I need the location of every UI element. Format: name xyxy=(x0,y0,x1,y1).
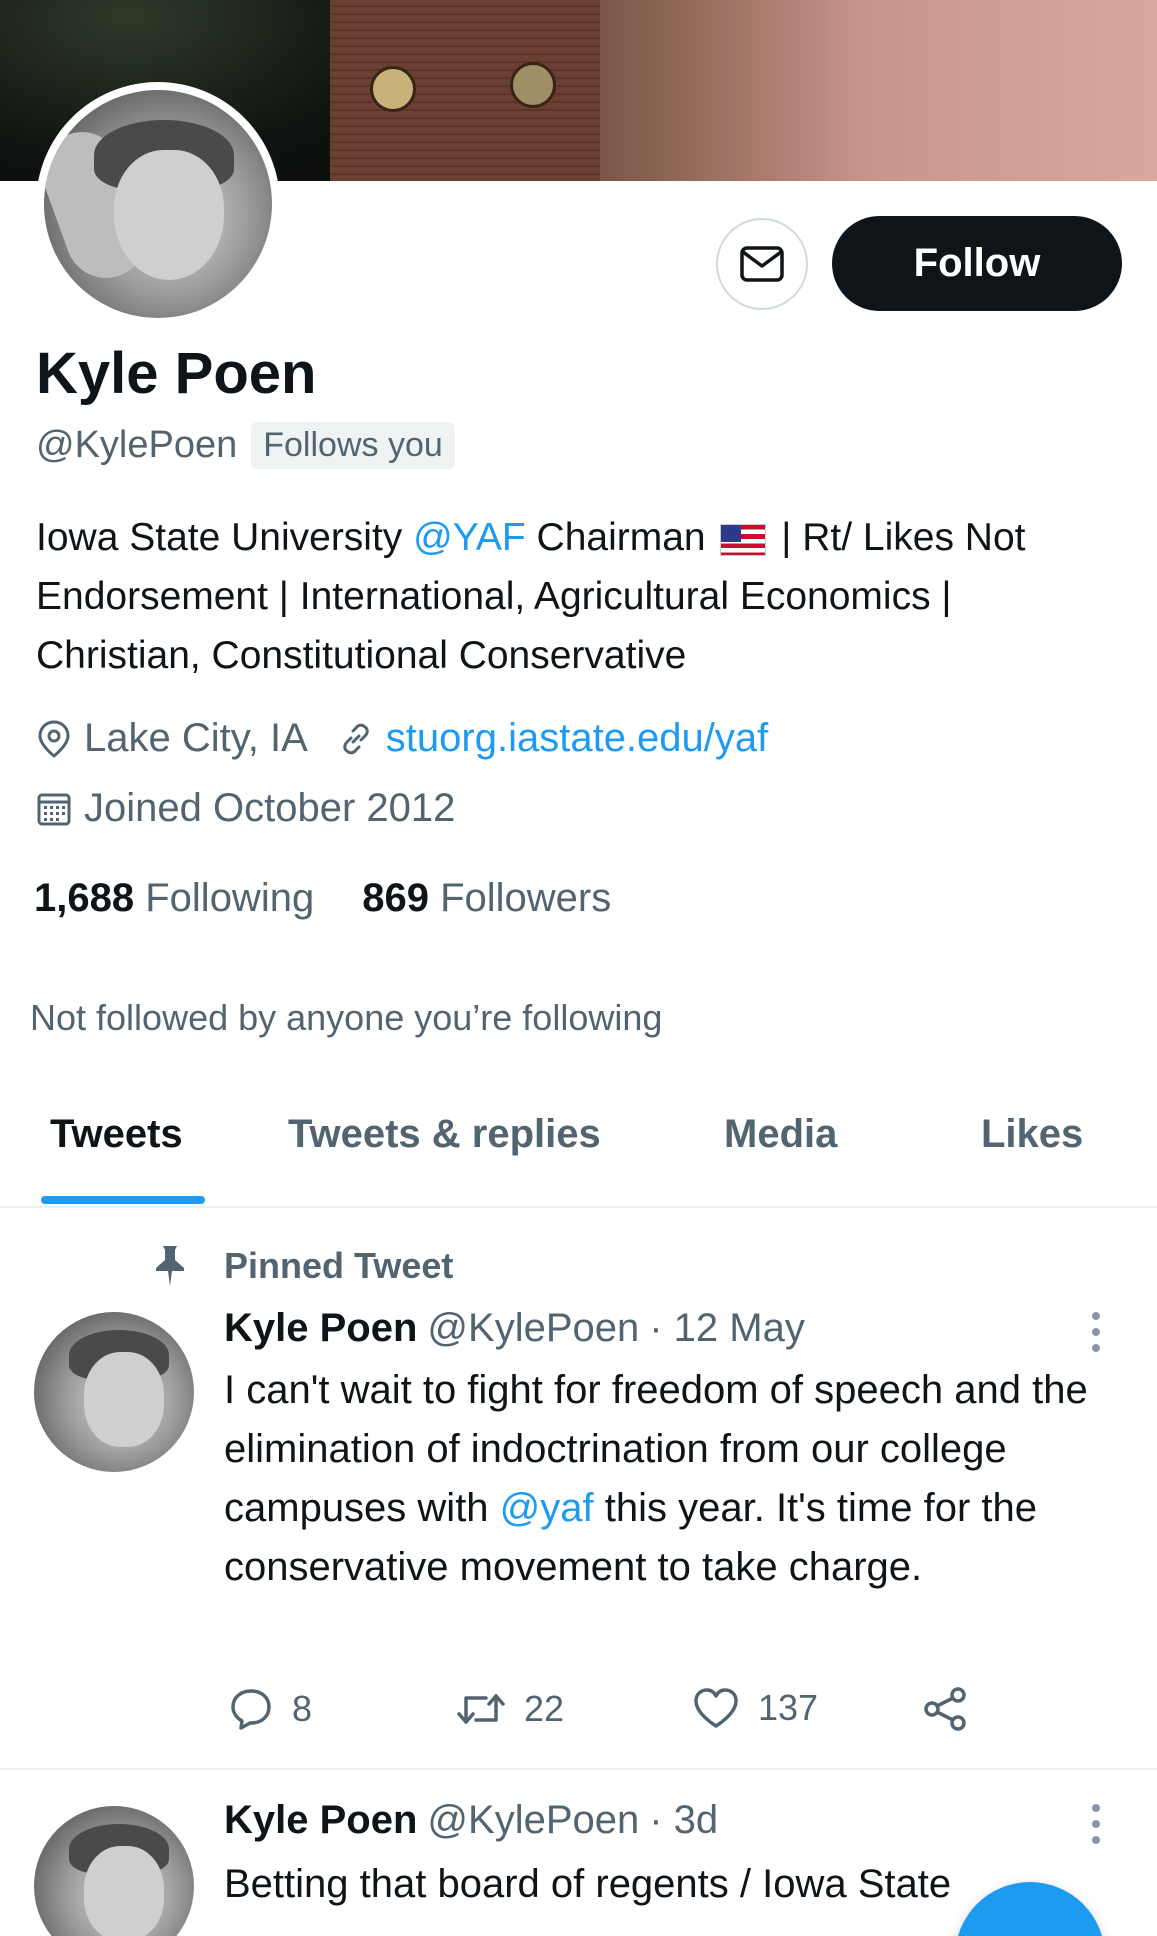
joined-text: Joined October 2012 xyxy=(84,786,456,830)
us-flag-icon xyxy=(720,523,767,556)
retweet-count: 22 xyxy=(524,1688,565,1729)
location-text: Lake City, IA xyxy=(84,716,308,760)
profile-handle-row: @KylePoen Follows you xyxy=(36,422,455,469)
tab-likes[interactable]: Likes xyxy=(981,1112,1083,1157)
tab-tweets-replies[interactable]: Tweets & replies xyxy=(288,1112,601,1157)
tweet-divider xyxy=(0,1768,1157,1770)
retweet-icon xyxy=(457,1694,505,1724)
tweet-author-handle[interactable]: @KylePoen xyxy=(427,1798,639,1843)
tab-tweets[interactable]: Tweets xyxy=(50,1112,183,1157)
more-dot xyxy=(1092,1804,1100,1812)
profile-website[interactable]: stuorg.iastate.edu/yaf xyxy=(338,716,768,761)
mutual-followers-note: Not followed by anyone you’re following xyxy=(30,997,663,1038)
avatar-detail xyxy=(84,1352,164,1447)
website-link[interactable]: stuorg.iastate.edu/yaf xyxy=(386,716,768,761)
tweet-time[interactable]: · 12 May xyxy=(649,1306,805,1351)
more-dot xyxy=(1092,1312,1100,1320)
avatar-image xyxy=(44,90,272,318)
tweet-avatar[interactable] xyxy=(34,1312,194,1472)
location-pin-icon xyxy=(38,719,70,758)
followers-label: Followers xyxy=(440,876,612,920)
profile-meta-row: Lake City, IA stuorg.iastate.edu/yaf xyxy=(36,716,798,761)
following-stat[interactable]: 1,688 Following xyxy=(34,876,314,921)
followers-stat[interactable]: 869 Followers xyxy=(362,876,611,921)
tab-media[interactable]: Media xyxy=(724,1112,837,1157)
tweet-author-handle[interactable]: @KylePoen xyxy=(427,1306,639,1351)
banner-clock-face xyxy=(370,66,416,112)
tweet-avatar[interactable] xyxy=(34,1806,194,1936)
bio-text: Chairman xyxy=(525,516,717,559)
more-dot xyxy=(1092,1820,1100,1828)
tweet-author-name[interactable]: Kyle Poen xyxy=(224,1306,417,1351)
profile-handle: @KylePoen xyxy=(36,424,238,466)
follows-you-badge: Follows you xyxy=(251,422,455,469)
avatar-detail xyxy=(84,1846,164,1936)
retweet-button[interactable]: 22 xyxy=(456,1686,564,1732)
share-icon xyxy=(924,1687,966,1731)
like-button[interactable]: 137 xyxy=(692,1686,818,1730)
tweet-mention-link[interactable]: @yaf xyxy=(500,1486,594,1530)
calendar-icon xyxy=(37,793,71,825)
pinned-label-text: Pinned Tweet xyxy=(224,1245,454,1286)
profile-joined-row: Joined October 2012 xyxy=(36,786,485,831)
pin-icon xyxy=(156,1246,184,1286)
active-tab-indicator xyxy=(41,1196,205,1204)
tweet-more-icon[interactable] xyxy=(1084,1804,1108,1844)
tweet-header: Kyle Poen @KylePoen · 3d xyxy=(224,1798,718,1843)
profile-bio: Iowa State University @YAF Chairman | Rt… xyxy=(36,508,1126,685)
profile-joined: Joined October 2012 xyxy=(36,786,455,831)
more-dot xyxy=(1092,1836,1100,1844)
profile-location: Lake City, IA xyxy=(36,716,308,761)
reply-button[interactable]: 8 xyxy=(228,1686,312,1732)
share-button[interactable] xyxy=(922,1686,970,1732)
tweet-text: I can't wait to fight for freedom of spe… xyxy=(224,1361,1134,1597)
profile-avatar[interactable] xyxy=(36,82,280,326)
bio-mention-link[interactable]: @YAF xyxy=(413,516,526,559)
followers-count: 869 xyxy=(362,876,429,920)
follow-button[interactable]: Follow xyxy=(832,216,1122,311)
reply-count: 8 xyxy=(292,1688,313,1729)
bio-text: Iowa State University xyxy=(36,516,414,559)
envelope-icon xyxy=(740,246,784,282)
message-button[interactable] xyxy=(716,218,808,310)
profile-stats: 1,688 Following 869 Followers xyxy=(34,876,659,921)
more-dot xyxy=(1092,1328,1100,1336)
like-count: 137 xyxy=(758,1687,819,1728)
reply-icon xyxy=(231,1689,271,1730)
tweet-time[interactable]: · 3d xyxy=(649,1798,718,1843)
tweet-actions: 8 22 137 xyxy=(228,1686,1028,1736)
avatar-detail xyxy=(114,150,224,280)
following-label: Following xyxy=(145,876,315,920)
profile-name: Kyle Poen xyxy=(36,341,317,406)
tweet-more-icon[interactable] xyxy=(1084,1312,1108,1352)
pinned-tweet-label: Pinned Tweet xyxy=(150,1244,453,1288)
more-dot xyxy=(1092,1344,1100,1352)
heart-icon xyxy=(694,1688,738,1728)
tweet-author-name[interactable]: Kyle Poen xyxy=(224,1798,417,1843)
banner-clock-face xyxy=(510,62,556,108)
following-count: 1,688 xyxy=(34,876,135,920)
tweet-header: Kyle Poen @KylePoen · 12 May xyxy=(224,1306,805,1351)
link-icon xyxy=(343,723,369,754)
profile-tabs: Tweets Tweets & replies Media Likes xyxy=(0,1094,1157,1208)
